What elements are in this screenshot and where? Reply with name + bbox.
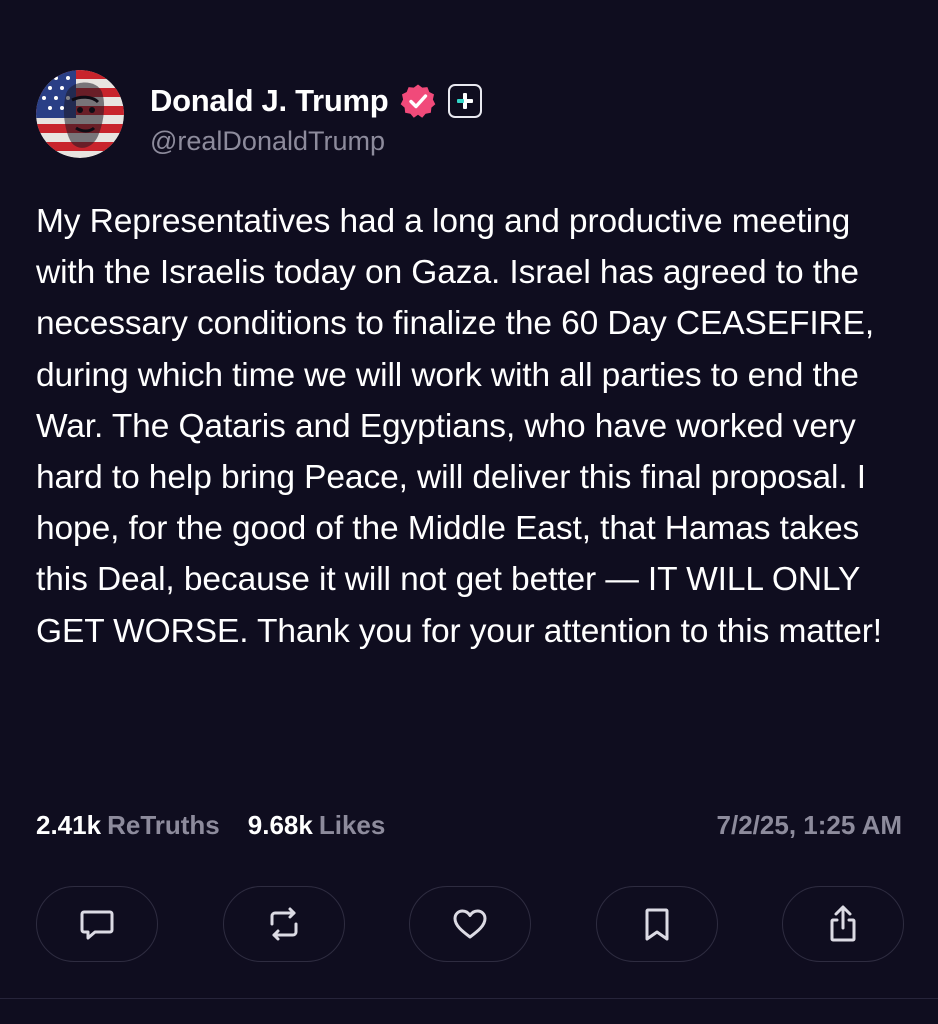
reply-button[interactable] bbox=[36, 886, 158, 962]
post-timestamp: 7/2/25, 1:25 AM bbox=[716, 809, 902, 840]
retruth-button[interactable] bbox=[222, 886, 345, 962]
likes-count[interactable]: 9.68k bbox=[248, 810, 313, 841]
post-stats: 2.41k ReTruths 9.68k Likes 7/2/25, 1:25 … bbox=[36, 808, 902, 842]
heart-icon bbox=[453, 909, 487, 939]
retruths-count[interactable]: 2.41k bbox=[36, 810, 101, 841]
name-row: Donald J. Trump bbox=[150, 80, 483, 122]
likes-label[interactable]: Likes bbox=[319, 810, 386, 841]
action-bar bbox=[36, 886, 904, 964]
comment-icon bbox=[80, 910, 114, 940]
avatar[interactable] bbox=[36, 70, 124, 158]
bottom-divider bbox=[0, 998, 938, 999]
follow-button[interactable] bbox=[448, 84, 483, 118]
author-handle[interactable]: @realDonaldTrump bbox=[150, 126, 482, 157]
retruths-label[interactable]: ReTruths bbox=[107, 810, 220, 841]
retruth-icon bbox=[270, 907, 297, 941]
post-text: My Representatives had a long and produc… bbox=[36, 203, 883, 650]
plus-icon bbox=[457, 93, 474, 109]
verified-badge-icon bbox=[400, 83, 436, 119]
share-icon bbox=[830, 905, 856, 942]
bookmark-icon bbox=[645, 908, 668, 941]
bookmark-button[interactable] bbox=[595, 886, 718, 962]
post-card: Donald J. Trump @realDonaldTrump My Repr… bbox=[0, 0, 938, 1024]
like-button[interactable] bbox=[409, 886, 531, 962]
american-flag-portrait-avatar bbox=[36, 70, 124, 158]
display-name[interactable]: Donald J. Trump bbox=[150, 83, 389, 119]
share-button[interactable] bbox=[782, 886, 904, 962]
author-names: Donald J. Trump @realDonaldTrump bbox=[150, 80, 483, 157]
post-header: Donald J. Trump @realDonaldTrump bbox=[36, 70, 483, 158]
